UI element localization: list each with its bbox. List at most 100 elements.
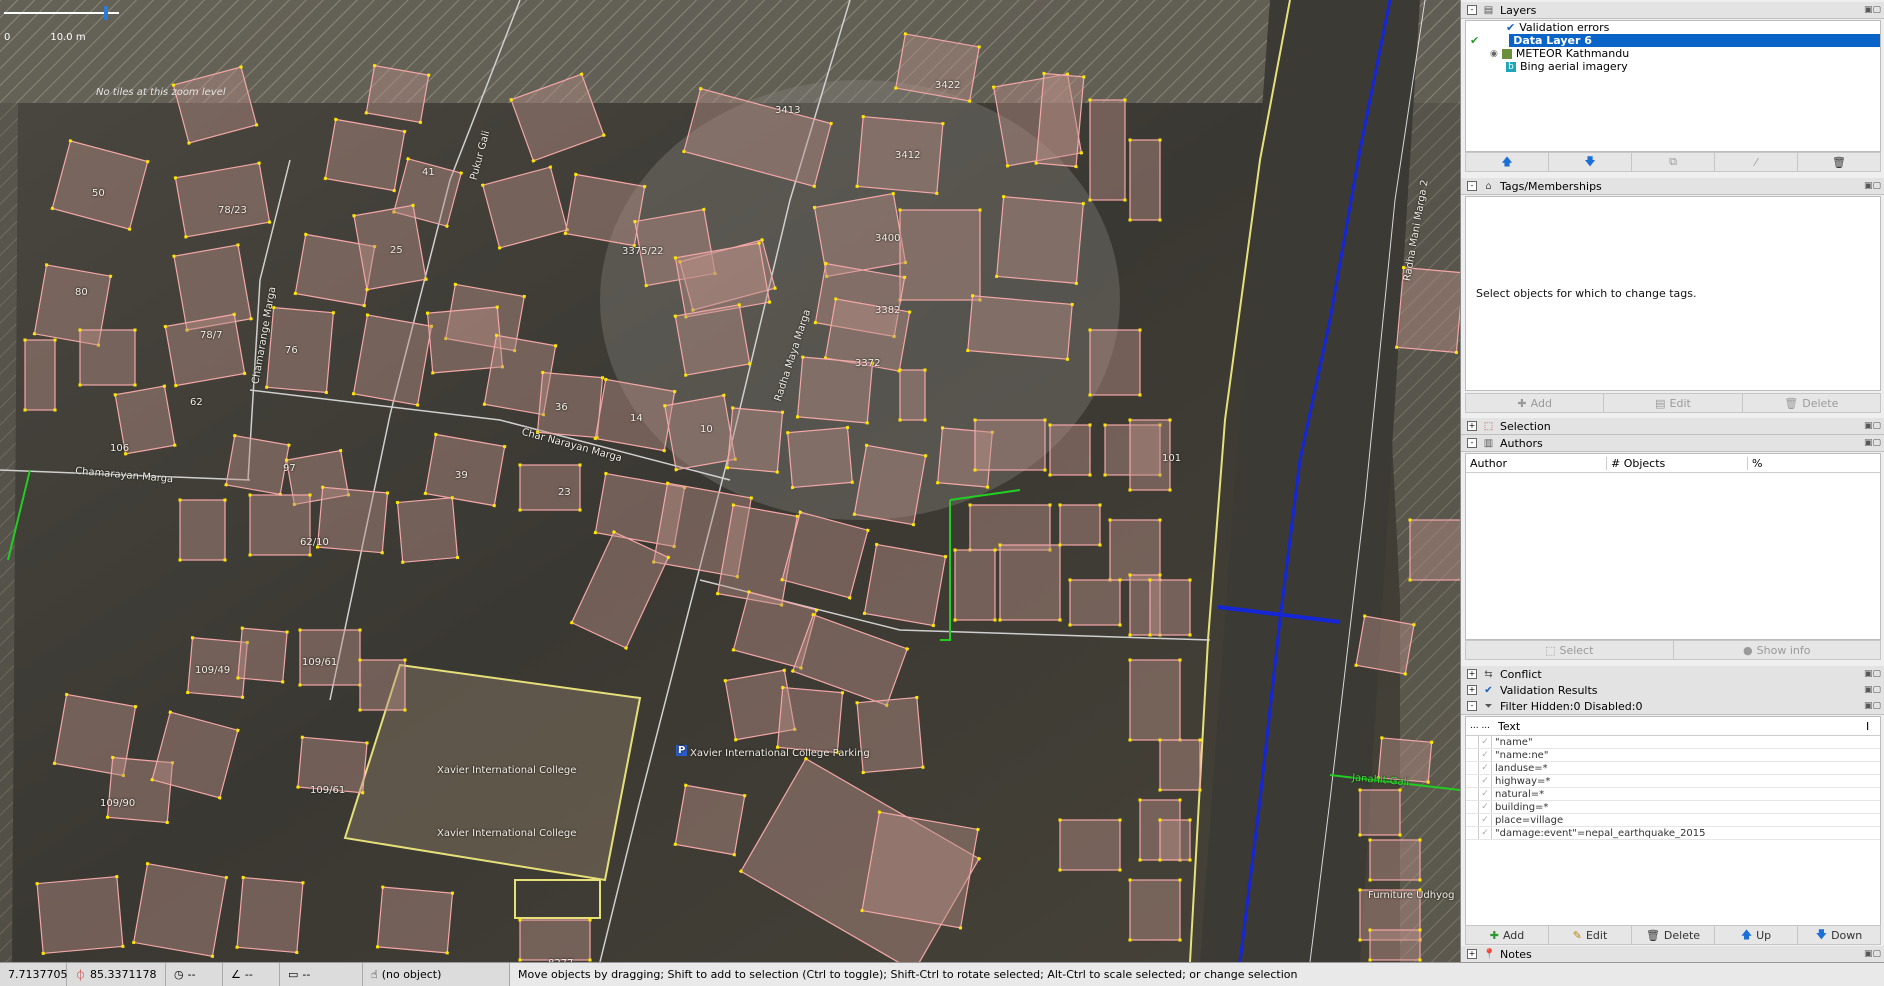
node[interactable]	[1148, 633, 1152, 637]
node[interactable]	[1048, 503, 1052, 507]
node[interactable]	[1198, 788, 1202, 792]
node[interactable]	[767, 300, 772, 304]
building-outline[interactable]	[1369, 839, 1421, 881]
node[interactable]	[593, 530, 598, 535]
node[interactable]	[1158, 518, 1162, 522]
filter-row[interactable]: ✓ building=*	[1466, 801, 1880, 814]
building-outline[interactable]	[853, 444, 927, 526]
node[interactable]	[923, 454, 928, 458]
node[interactable]	[44, 263, 49, 267]
node[interactable]	[358, 628, 362, 632]
node[interactable]	[1088, 98, 1092, 102]
node[interactable]	[338, 448, 343, 453]
map-canvas[interactable]	[0, 0, 1460, 962]
node[interactable]	[1403, 672, 1408, 676]
node[interactable]	[1168, 488, 1172, 492]
node[interactable]	[145, 861, 150, 866]
layers-list[interactable]: ✔ Validation errors ✔ Data Layer 6 ◉ METEO…	[1465, 20, 1881, 152]
node[interactable]	[482, 402, 487, 406]
node[interactable]	[1138, 393, 1142, 397]
node[interactable]	[495, 305, 499, 309]
node[interactable]	[78, 328, 82, 332]
node[interactable]	[304, 232, 308, 237]
node[interactable]	[287, 443, 291, 447]
building-outline[interactable]	[164, 313, 246, 387]
node[interactable]	[1043, 468, 1047, 472]
node[interactable]	[702, 207, 706, 212]
node[interactable]	[1123, 198, 1127, 202]
notes-dialog-title[interactable]: + 📍 Notes ▣▢	[1461, 946, 1884, 963]
node[interactable]	[775, 470, 779, 474]
node[interactable]	[781, 685, 785, 690]
node[interactable]	[308, 553, 312, 557]
building-outline[interactable]	[1089, 99, 1126, 201]
node[interactable]	[1118, 868, 1122, 872]
node[interactable]	[1408, 578, 1412, 582]
node[interactable]	[921, 765, 925, 769]
node[interactable]	[424, 277, 428, 281]
node[interactable]	[1118, 623, 1122, 627]
node[interactable]	[518, 508, 522, 512]
node[interactable]	[240, 626, 244, 630]
node[interactable]	[358, 708, 362, 712]
building-outline[interactable]	[674, 784, 746, 856]
node[interactable]	[1048, 473, 1052, 477]
filter-down-button[interactable]: 🡇 Down	[1798, 926, 1880, 944]
node[interactable]	[1430, 740, 1434, 744]
node[interactable]	[541, 370, 545, 375]
node[interactable]	[395, 500, 400, 505]
node[interactable]	[415, 403, 420, 407]
node[interactable]	[850, 480, 854, 484]
node[interactable]	[1068, 623, 1072, 627]
filter-enable-checkbox[interactable]	[1466, 736, 1479, 748]
node[interactable]	[1103, 473, 1107, 477]
node[interactable]	[834, 297, 838, 301]
node[interactable]	[351, 392, 356, 396]
filter-hide-checkbox[interactable]: ✓	[1479, 749, 1492, 761]
node[interactable]	[993, 548, 997, 552]
node[interactable]	[162, 384, 167, 388]
node[interactable]	[898, 418, 902, 422]
node[interactable]	[731, 406, 735, 410]
expand-toggle[interactable]: +	[1467, 685, 1477, 695]
node[interactable]	[993, 618, 997, 622]
building-outline[interactable]	[1409, 519, 1460, 581]
node[interactable]	[749, 496, 754, 500]
node[interactable]	[663, 403, 667, 408]
node[interactable]	[563, 231, 568, 236]
node[interactable]	[1412, 622, 1416, 627]
building-outline[interactable]	[726, 407, 784, 473]
node[interactable]	[940, 426, 945, 430]
node[interactable]	[165, 820, 169, 825]
building-outline[interactable]	[787, 426, 853, 489]
node[interactable]	[855, 701, 859, 705]
node[interactable]	[673, 842, 677, 847]
node[interactable]	[518, 463, 522, 467]
node[interactable]	[970, 294, 975, 298]
selection-dialog-title[interactable]: + ⬚ Selection ▣▢	[1461, 418, 1884, 435]
node[interactable]	[723, 678, 727, 683]
building-outline[interactable]	[861, 811, 979, 929]
node[interactable]	[862, 611, 867, 616]
node[interactable]	[450, 891, 455, 895]
node[interactable]	[392, 188, 396, 193]
node[interactable]	[453, 282, 458, 287]
dialog-controls-icon[interactable]: ▣▢	[1864, 685, 1881, 695]
node[interactable]	[403, 658, 407, 662]
node[interactable]	[1088, 423, 1092, 427]
building-outline[interactable]	[237, 627, 288, 683]
node[interactable]	[23, 338, 27, 342]
building-outline[interactable]	[179, 499, 226, 561]
node[interactable]	[1068, 578, 1072, 582]
node[interactable]	[683, 373, 688, 377]
node[interactable]	[293, 291, 298, 296]
node[interactable]	[1188, 858, 1192, 862]
building-outline[interactable]	[1049, 424, 1091, 476]
node[interactable]	[998, 543, 1002, 547]
parking-icon[interactable]: P	[676, 745, 688, 756]
node[interactable]	[1128, 938, 1132, 942]
node[interactable]	[860, 908, 864, 913]
layer-item[interactable]: ✔ Validation errors	[1466, 21, 1880, 34]
filter-hide-checkbox[interactable]: ✓	[1479, 775, 1492, 787]
node[interactable]	[284, 458, 289, 462]
